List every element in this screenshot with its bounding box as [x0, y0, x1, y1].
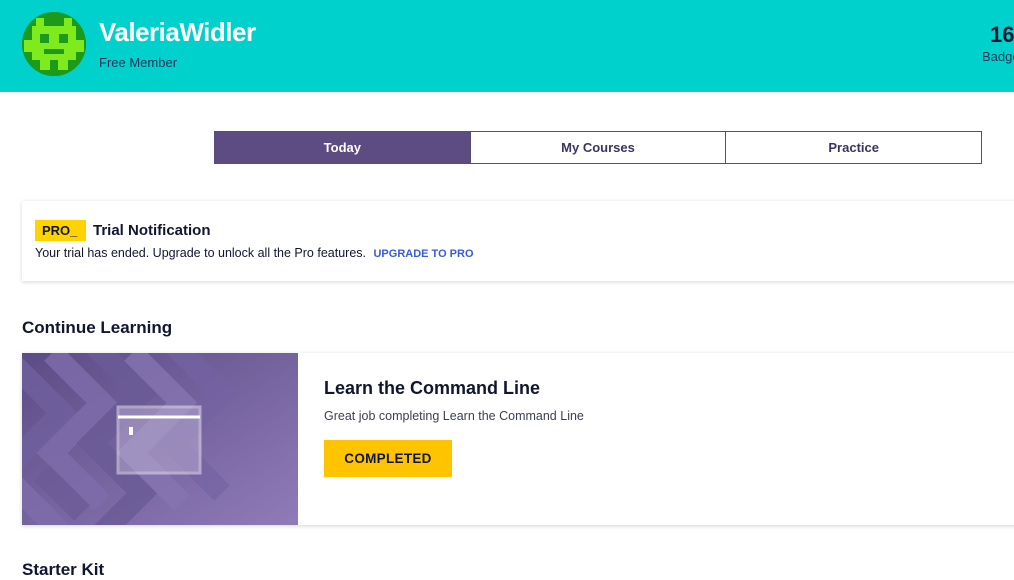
badge-label[interactable]: Badges [982, 49, 1014, 64]
completed-button[interactable]: COMPLETED [324, 440, 452, 477]
course-card[interactable]: Learn the Command Line Great job complet… [22, 353, 1014, 525]
trial-message-row: Your trial has ended. Upgrade to unlock … [35, 246, 474, 260]
profile-header: ValeriaWidler Free Member 16 Badges [0, 0, 1014, 92]
tab-today[interactable]: Today [215, 132, 470, 163]
course-description: Great job completing Learn the Command L… [324, 409, 584, 423]
user-name: ValeriaWidler [99, 17, 256, 47]
course-banner [22, 353, 298, 525]
terminal-window-icon [22, 353, 298, 525]
course-title[interactable]: Learn the Command Line [324, 378, 540, 399]
trial-notification-card: PRO_ Trial Notification Your trial has e… [22, 201, 1014, 281]
pro-badge: PRO_ [35, 220, 87, 241]
trial-message: Your trial has ended. Upgrade to unlock … [35, 246, 366, 260]
continue-learning-heading: Continue Learning [22, 318, 173, 337]
trial-title: Trial Notification [93, 222, 211, 239]
upgrade-to-pro-link[interactable]: UPGRADE TO PRO [373, 248, 473, 260]
avatar[interactable] [22, 12, 86, 76]
tab-my-courses[interactable]: My Courses [469, 132, 726, 163]
badge-count[interactable]: 16 [990, 22, 1014, 48]
starter-kit-heading: Starter Kit [22, 560, 105, 579]
tab-practice[interactable]: Practice [725, 132, 982, 163]
pixel-alien-icon [22, 12, 86, 76]
membership-status: Free Member [99, 55, 178, 70]
dashboard-tabs: Today My Courses Practice [214, 131, 982, 164]
